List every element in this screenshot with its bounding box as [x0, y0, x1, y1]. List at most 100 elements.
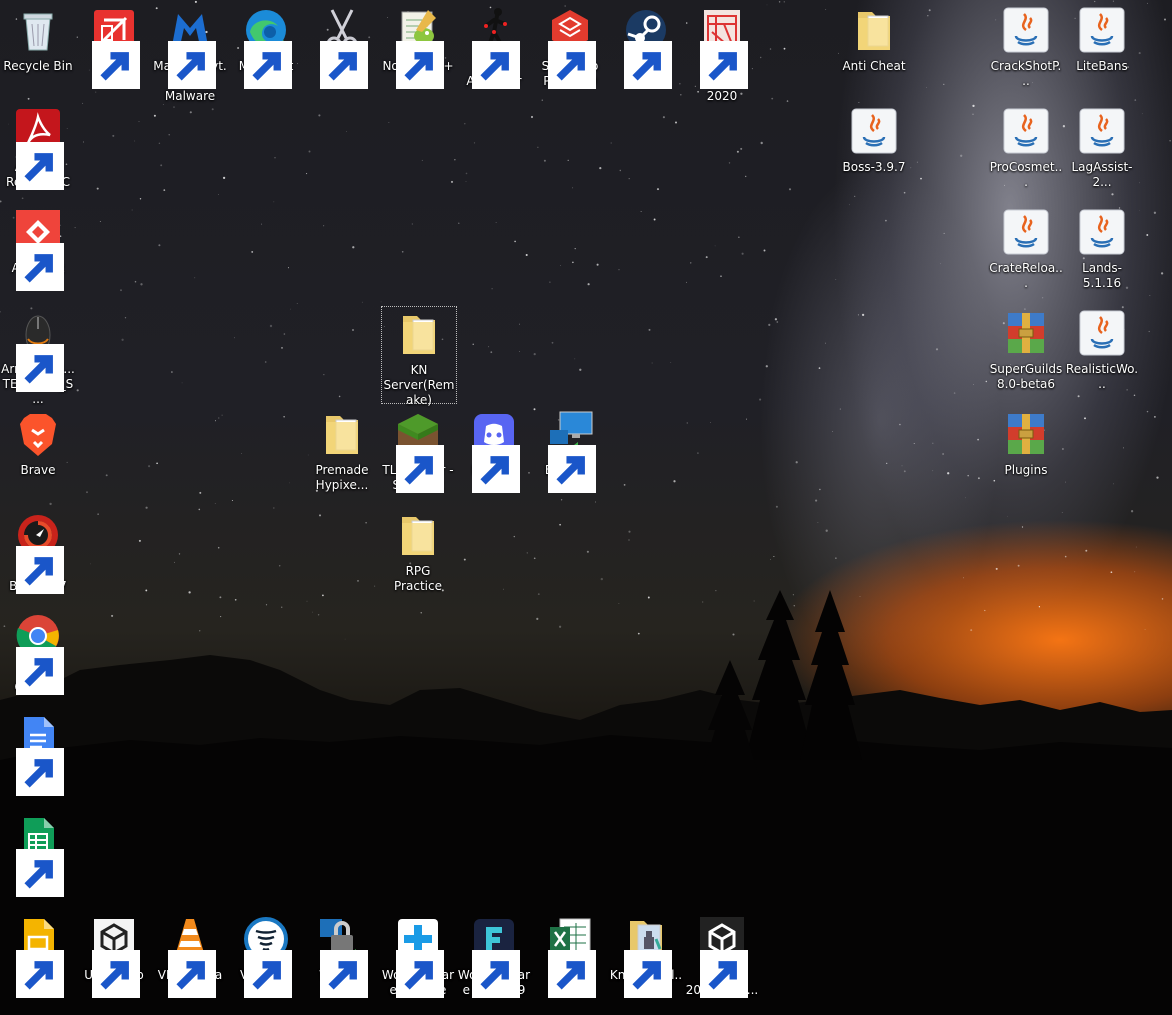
shortcut-arrow-icon [472, 41, 520, 89]
rpg-practice-folder[interactable]: RPG Practice [380, 507, 456, 607]
sketchup-icon [546, 6, 596, 89]
shortcut-arrow-icon [320, 950, 368, 998]
java-icon [1078, 208, 1126, 256]
unity-hub-icon [90, 915, 140, 998]
shortcut-arrow-icon [396, 41, 444, 89]
shortcut-arrow-icon [168, 41, 216, 89]
folder-icon [394, 511, 442, 559]
style-builder-2020-shortcut[interactable]: Style Builder 2020 [684, 2, 760, 103]
desktop-icon-label: LiteBans [1076, 59, 1128, 73]
shortcut-arrow-icon [548, 950, 596, 998]
steam-shortcut[interactable]: Steam [608, 2, 684, 102]
litebans-jar[interactable]: LiteBans [1064, 2, 1140, 102]
tlauncher-shortcut[interactable]: TLauncher - Shortcut [380, 406, 456, 506]
chrome-icon [14, 612, 64, 695]
edge-icon [242, 6, 292, 89]
winscp-lock-icon [318, 915, 368, 998]
excel-icon [546, 915, 596, 998]
desktop-icon-label: KN Server(Remake) [383, 363, 455, 407]
folder-icon [850, 6, 898, 54]
shortcut-arrow-icon [16, 344, 64, 392]
anydesk-icon [14, 208, 64, 291]
shortcut-arrow-icon [472, 950, 520, 998]
notepad-plus-plus-shortcut[interactable]: Notepad++ [380, 2, 456, 102]
google-docs-shortcut[interactable]: Google Docs [0, 709, 76, 809]
realisticworld-jar[interactable]: RealisticWo... [1064, 305, 1140, 405]
wondershare-drfone-shortcut[interactable]: Wondershare Dr.Fone [380, 911, 456, 1011]
kn-server-folder[interactable]: KN Server(Remake) [381, 306, 457, 407]
java-icon [1078, 107, 1126, 155]
microsoft-edge-shortcut[interactable]: Microsoft Edge [228, 2, 304, 102]
shortcut-arrow-icon [16, 950, 64, 998]
shortcut-arrow-icon [168, 950, 216, 998]
premade-hypixel-folder[interactable]: Premade Hypixe... [304, 406, 380, 506]
boss-jar[interactable]: Boss-3.9.7 [836, 103, 912, 203]
shortcut-arrow-icon [396, 445, 444, 493]
desktop-icon-label: Recycle Bin [3, 59, 73, 73]
shortcut-arrow-icon [16, 849, 64, 897]
sketchup-pro-2020-shortcut[interactable]: SketchUp Pro 2020 [532, 2, 608, 102]
layout-2020-shortcut[interactable]: LayOut 2020 [76, 2, 152, 102]
procosmetics-jar[interactable]: ProCosmet... [988, 103, 1064, 203]
pivot-animator-shortcut[interactable]: Pivot Animator [456, 2, 532, 102]
driver-booster-shortcut[interactable]: Driver Booster 7 [0, 507, 76, 607]
recycle-bin-shortcut[interactable]: Recycle Bin [0, 2, 76, 102]
superguilds-archive[interactable]: SuperGuilds 8.0-beta6 [988, 305, 1064, 405]
winrar-icon [1002, 410, 1050, 458]
filmora-icon [470, 915, 520, 998]
mouse-icon [14, 309, 64, 392]
google-slides-shortcut[interactable]: Google Slides [0, 911, 76, 1011]
layout-icon [90, 6, 140, 89]
java-icon [1078, 309, 1126, 357]
knightreal-shortcut[interactable]: KnightReal... [608, 911, 684, 1011]
desktop-icon-label: Premade Hypixe... [315, 463, 369, 492]
acrobat-icon [14, 107, 64, 190]
desktop-icon-label: Brave [20, 463, 56, 477]
vlc-shortcut[interactable]: VLC media player [152, 911, 228, 1011]
armaggeddon-shortcut[interactable]: Armagged... TEXTRON_S... [0, 305, 76, 406]
unity-2019-shortcut[interactable]: Unity 2019.4.13... [684, 911, 760, 1011]
shortcut-arrow-icon [472, 445, 520, 493]
shortcut-arrow-icon [92, 950, 140, 998]
google-sheets-shortcut[interactable]: Google Sheets [0, 810, 76, 910]
desktop-icon-label: CrackShotP... [990, 59, 1062, 88]
shortcut-arrow-icon [548, 445, 596, 493]
vyprvpn-shortcut[interactable]: VyprVPN [228, 911, 304, 1011]
desktop-icon-label: RealisticWo... [1065, 362, 1139, 391]
plugins-archive[interactable]: Plugins [988, 406, 1064, 506]
knight-image-icon [622, 915, 672, 998]
desktop-icon-label: Lands-5.1.16 [1082, 261, 1122, 290]
lands-jar[interactable]: Lands-5.1.16 [1064, 204, 1140, 304]
shortcut-arrow-icon [16, 748, 64, 796]
vyprvpn-icon [242, 915, 292, 998]
unity-hub-shortcut[interactable]: Unity Hub [76, 911, 152, 1011]
daves-mc-shortcut[interactable]: Daves-MC-... [532, 911, 608, 1011]
acrobat-reader-shortcut[interactable]: Acrobat Reader DC [0, 103, 76, 203]
java-icon [1002, 6, 1050, 54]
remote-desktop-icon [546, 410, 596, 493]
crackshot-jar[interactable]: CrackShotP... [988, 2, 1064, 102]
discord-shortcut[interactable]: Discord [456, 406, 532, 506]
shortcut-arrow-icon [92, 41, 140, 89]
anti-cheat-folder[interactable]: Anti Cheat [836, 2, 912, 102]
shortcut-arrow-icon [16, 647, 64, 695]
malwarebytes-shortcut[interactable]: Malwarebyt... Anti-Malware [152, 2, 228, 103]
netcut-shortcut[interactable]: netcut [304, 2, 380, 102]
google-docs-icon [14, 713, 64, 796]
shortcut-arrow-icon [16, 243, 64, 291]
wondershare-filmora-shortcut[interactable]: Wondershare Filmora9 [456, 911, 532, 1011]
lagassist-jar[interactable]: LagAssist-2... [1064, 103, 1140, 203]
extravm-shortcut[interactable]: ExtraVM [532, 406, 608, 506]
google-chrome-shortcut[interactable]: Google Chrome [0, 608, 76, 708]
java-icon [1002, 107, 1050, 155]
grass-block-icon [394, 410, 444, 493]
shortcut-arrow-icon [244, 950, 292, 998]
anydesk-shortcut[interactable]: AnyDesk [0, 204, 76, 304]
winscp-shortcut[interactable]: WinSCP [304, 911, 380, 1011]
driver-booster-icon [14, 511, 64, 594]
shortcut-arrow-icon [624, 950, 672, 998]
malwarebytes-icon [166, 6, 216, 89]
shortcut-arrow-icon [320, 41, 368, 89]
cratereloaded-jar[interactable]: CrateReloa... [988, 204, 1064, 304]
brave-shortcut[interactable]: Brave [0, 406, 76, 506]
